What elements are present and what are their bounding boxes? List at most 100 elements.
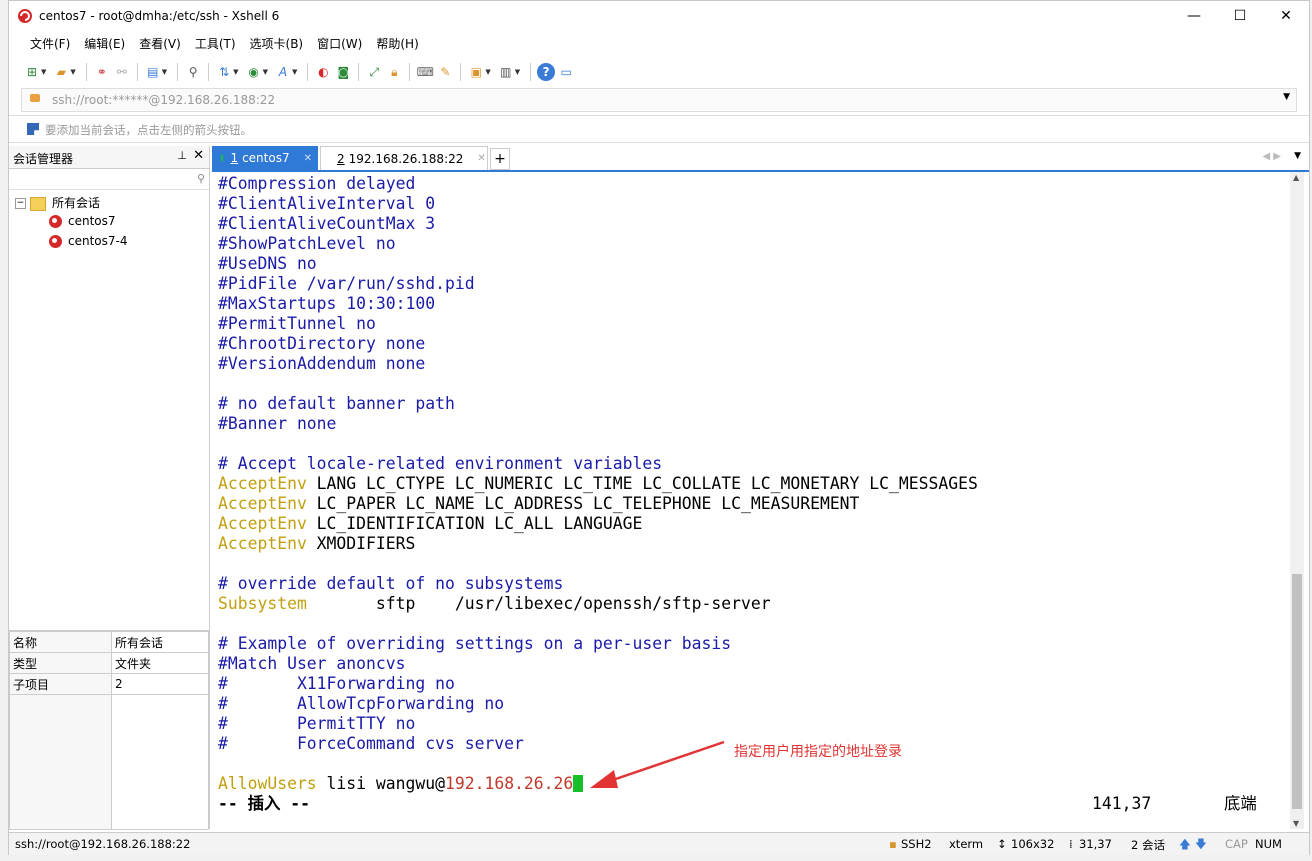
fullscreen-icon[interactable]: ⤢	[365, 63, 383, 81]
terminal-line: #Banner none	[218, 414, 337, 433]
chevron-down-icon[interactable]: ▼	[233, 68, 238, 76]
close-icon[interactable]: ✕	[304, 153, 312, 164]
chevron-down-icon[interactable]: ▼	[162, 68, 167, 76]
tree-root[interactable]: − 所有会话	[9, 194, 209, 214]
scrollbar-thumb[interactable]	[1292, 574, 1302, 809]
bookmark-arrow-icon[interactable]	[27, 123, 39, 135]
close-button[interactable]: ✕	[1263, 1, 1309, 31]
new-session-icon[interactable]: ⊞	[23, 63, 41, 81]
status-num: NUM	[1255, 837, 1282, 851]
toolbar-divider	[208, 63, 210, 81]
terminal-line: AcceptEnv LC_IDENTIFICATION LC_ALL LANGU…	[218, 514, 642, 534]
terminal[interactable]: #Compression delayed #ClientAliveInterva…	[212, 172, 1288, 829]
reconnect-icon[interactable]: ⚭	[93, 63, 111, 81]
lock-icon[interactable]: 🔒︎	[385, 63, 403, 81]
xshell-icon[interactable]: ◐	[314, 63, 332, 81]
chevron-down-icon[interactable]: ▼	[70, 68, 75, 76]
scroll-up-icon[interactable]: ▲	[1293, 173, 1299, 182]
scroll-down-icon[interactable]: ▼	[1293, 819, 1299, 828]
prop-value: 2	[111, 673, 209, 695]
terminal-line: #ClientAliveInterval 0	[218, 194, 436, 213]
session-search-input[interactable]: ⚲	[9, 169, 209, 190]
menu-bar: 文件(F) 编辑(E) 查看(V) 工具(T) 选项卡(B) 窗口(W) 帮助(…	[9, 33, 1309, 55]
pin-icon[interactable]: ⊥	[177, 149, 187, 162]
search-icon[interactable]: ⚲	[197, 172, 205, 185]
chevron-down-icon[interactable]: ▼	[41, 68, 46, 76]
menu-window[interactable]: 窗口(W)	[310, 33, 369, 55]
chat-icon[interactable]: ▭	[557, 63, 575, 81]
xftp-icon[interactable]: ◙	[334, 63, 352, 81]
new-folder-icon[interactable]: ▣	[467, 63, 485, 81]
toolbar-divider	[177, 63, 179, 81]
resize-icon: ↕	[997, 837, 1007, 851]
menu-tabs[interactable]: 选项卡(B)	[243, 33, 311, 55]
terminal-line: AcceptEnv LC_PAPER LC_NAME LC_ADDRESS LC…	[218, 494, 859, 514]
transfer-icon[interactable]: ⇅	[215, 63, 233, 81]
toolbar-divider	[409, 63, 411, 81]
session-manager-title: 会话管理器	[13, 152, 74, 166]
address-bar[interactable]: ssh://root:******@192.168.26.188:22 ▼	[21, 88, 1297, 112]
help-icon[interactable]: ?	[537, 63, 556, 81]
terminal-line: #ShowPatchLevel no	[218, 234, 396, 253]
annotation-text: 指定用户用指定的地址登录	[734, 744, 902, 760]
menu-edit[interactable]: 编辑(E)	[77, 33, 132, 55]
disconnect-icon[interactable]: ⚯	[113, 63, 131, 81]
ip-address: 192.168.26.26	[444, 774, 574, 793]
chevron-down-icon[interactable]: ▼	[1283, 92, 1290, 102]
terminal-scrollbar[interactable]: ▲ ▼	[1290, 172, 1304, 829]
title-bar: centos7 - root@dmha:/etc/ssh - Xshell 6 …	[9, 1, 1309, 31]
collapse-icon[interactable]: −	[15, 198, 26, 209]
open-folder-icon[interactable]: ▰	[52, 63, 70, 81]
status-size: 106x32	[1011, 837, 1055, 851]
status-cap: CAP	[1225, 837, 1248, 851]
hint-bar: 要添加当前会话，点击左侧的箭头按钮。	[9, 115, 1309, 143]
chevron-down-icon[interactable]: ▼	[292, 68, 297, 76]
new-tab-button[interactable]: +	[490, 148, 510, 170]
terminal-line: # PermitTTY no	[218, 714, 416, 733]
tree-item-centos7-4[interactable]: centos7-4	[9, 234, 209, 254]
toolbar-divider	[358, 63, 360, 81]
tree-item-centos7[interactable]: centos7	[9, 214, 209, 234]
prop-key: 名称	[9, 631, 112, 653]
arrow-down-icon[interactable]: 🡇	[1195, 837, 1207, 856]
tab-centos7[interactable]: 1 centos7 ✕	[212, 146, 318, 170]
font-icon[interactable]: A	[274, 63, 292, 81]
toolbar-divider	[85, 63, 87, 81]
tree-item-label: centos7	[68, 214, 116, 228]
keyboard-icon[interactable]: ⌨	[416, 63, 434, 81]
chevron-down-icon[interactable]: ▼	[515, 68, 520, 76]
properties-icon[interactable]: ▤	[144, 63, 162, 81]
menu-help[interactable]: 帮助(H)	[369, 33, 425, 55]
terminal-line: #Match User anoncvs	[218, 654, 406, 673]
tree-item-label: centos7-4	[68, 234, 128, 248]
arrow-up-icon[interactable]: 🡅	[1179, 837, 1191, 856]
chevron-down-icon[interactable]: ▼	[1294, 151, 1301, 161]
cursor-pos-icon: ⁞	[1069, 837, 1073, 851]
menu-file[interactable]: 文件(F)	[23, 33, 77, 55]
tab-remote[interactable]: 2 192.168.26.188:22 ✕	[320, 146, 488, 170]
annotation-arrow-icon	[590, 740, 725, 788]
menu-tools[interactable]: 工具(T)	[188, 33, 243, 55]
prop-key: 类型	[9, 652, 112, 674]
chevron-down-icon[interactable]: ▼	[263, 68, 268, 76]
line-rest: LC_IDENTIFICATION LC_ALL LANGUAGE	[306, 514, 643, 533]
address-input[interactable]: ssh://root:******@192.168.26.188:22	[52, 93, 275, 107]
terminal-line: #PidFile /var/run/sshd.pid	[218, 274, 475, 293]
menu-view[interactable]: 查看(V)	[132, 33, 188, 55]
globe-icon[interactable]: ◉	[245, 63, 263, 81]
lock-icon: ▪	[889, 837, 897, 851]
terminal-line: Subsystem sftp /usr/libexec/openssh/sftp…	[218, 594, 771, 614]
search-icon[interactable]: ⚲	[184, 63, 202, 81]
close-icon[interactable]: ✕	[477, 153, 485, 164]
chevron-down-icon[interactable]: ▼	[485, 68, 490, 76]
terminal-line: AllowUsers lisi wangwu@192.168.26.26	[218, 774, 584, 794]
minimize-button[interactable]: —	[1171, 1, 1217, 31]
layout-icon[interactable]: ▥	[497, 63, 515, 81]
close-icon[interactable]: ✕	[193, 148, 204, 163]
highlight-icon[interactable]: ✎	[436, 63, 454, 81]
maximize-button[interactable]: ☐	[1217, 1, 1263, 31]
tab-scroll-icon[interactable]: ◀ ▶	[1262, 151, 1281, 162]
terminal-line: # Accept locale-related environment vari…	[218, 454, 663, 473]
toolbar: ⊞ ▼ ▰ ▼ ⚭ ⚯ ▤ ▼ ⚲ ⇅ ▼ ◉ ▼ A ▼ ◐ ◙ ⤢ 🔒︎ ⌨ ✎ ▣ ▼ …	[9, 59, 1309, 85]
line-rest: sftp /usr/libexec/openssh/sftp-server	[306, 594, 771, 613]
